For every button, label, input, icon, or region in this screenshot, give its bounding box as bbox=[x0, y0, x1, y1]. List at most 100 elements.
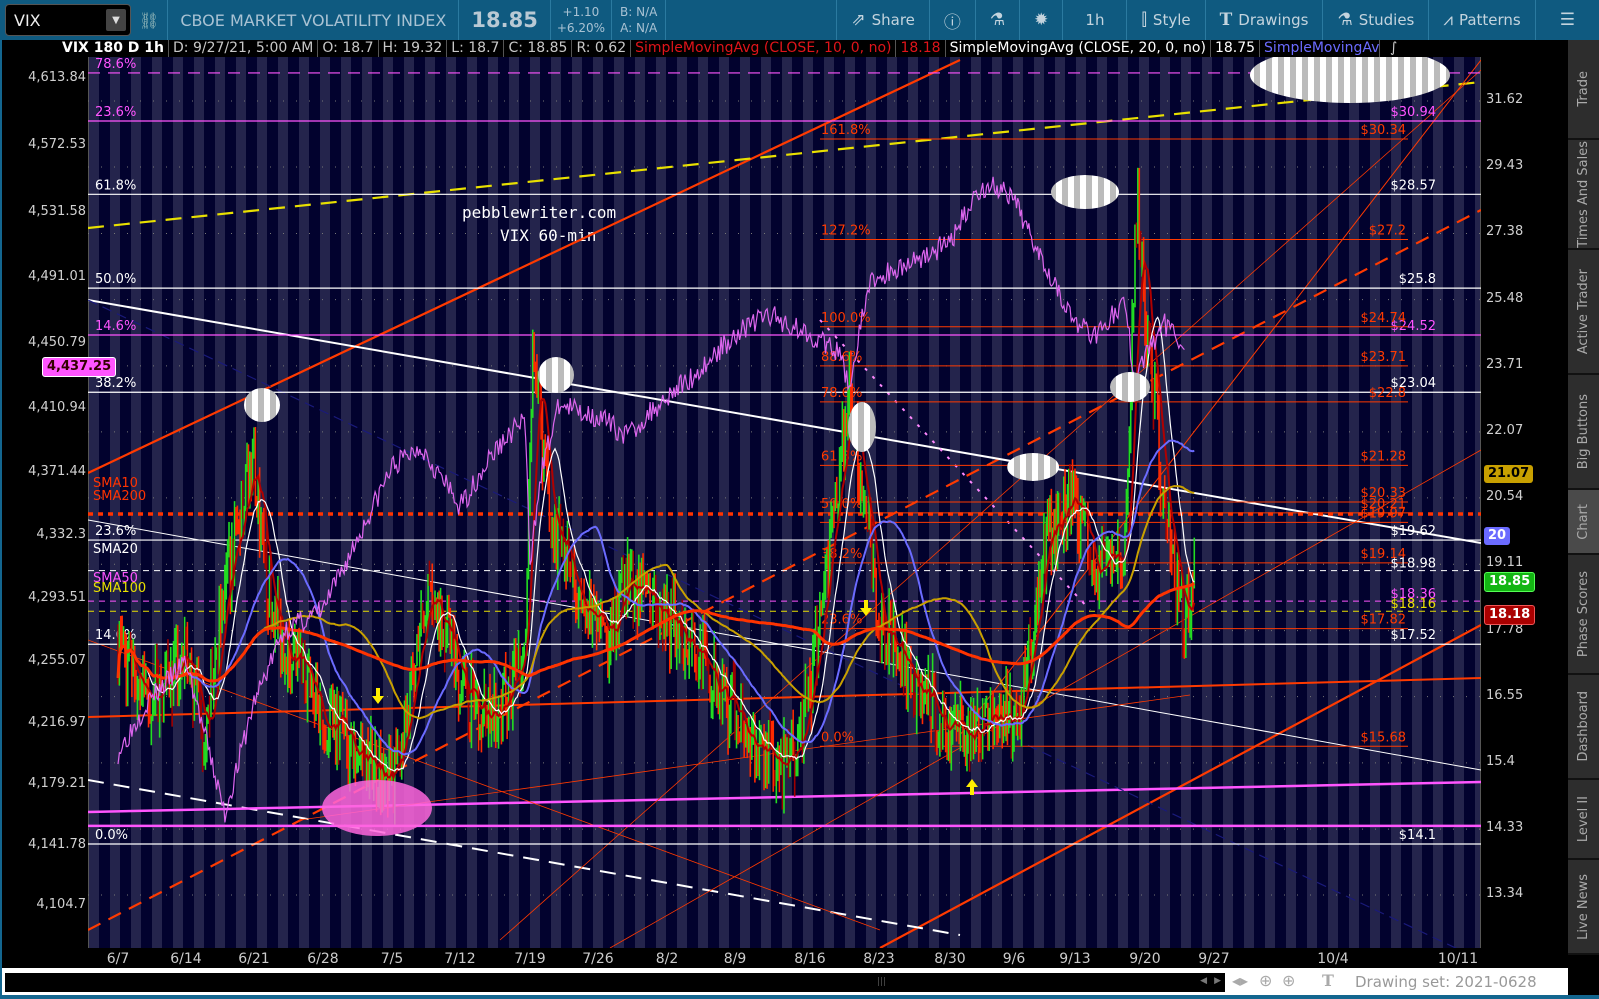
toolbar: VIX ▼ ⛓ CBOE MARKET VOLATILITY INDEX 18.… bbox=[0, 0, 1599, 40]
zoom-icon[interactable]: ⊕ bbox=[1282, 971, 1295, 990]
right-axis-tick: 27.38 bbox=[1486, 224, 1524, 240]
expand-icon[interactable]: ◂▸ bbox=[1232, 971, 1248, 990]
bid: B: N/A bbox=[620, 5, 658, 19]
left-axis-tick: 4,531.58 bbox=[28, 203, 86, 219]
date-axis-tick: 9/13 bbox=[1059, 951, 1091, 967]
scroll-right-icon[interactable]: ▶ bbox=[1214, 976, 1221, 986]
style-button[interactable]: ⫿ Style bbox=[1126, 0, 1204, 40]
right-axis-tick: 14.33 bbox=[1486, 820, 1524, 836]
right-axis-tick: 23.71 bbox=[1486, 356, 1524, 372]
right-axis-tick: 29.43 bbox=[1486, 158, 1524, 174]
left-axis-tick: 4,491.01 bbox=[28, 269, 86, 285]
sidebar-tab-big-buttons[interactable]: Big Buttons bbox=[1568, 375, 1599, 490]
patterns-label: Patterns bbox=[1458, 11, 1521, 29]
sidebar-tab-label: Phase Scores bbox=[1576, 570, 1591, 658]
study-sma10[interactable]: SimpleMovingAvg (CLOSE, 10, 0, no) bbox=[631, 40, 897, 57]
right-axis-tick: 22.07 bbox=[1486, 422, 1524, 438]
chart-info-strip: VIX 180 D 1h D: 9/27/21, 5:00 AM O: 18.7… bbox=[58, 40, 1402, 57]
left-axis-tick: 4,104.7 bbox=[36, 896, 86, 912]
date-axis-tick: 10/11 bbox=[1437, 951, 1479, 967]
crosshair-icon[interactable]: ⊕ bbox=[1259, 971, 1272, 990]
settings-button[interactable]: ✹ bbox=[1019, 0, 1062, 40]
right-axis-tick: 20.54 bbox=[1486, 488, 1524, 504]
sma10-badge: 18.18 bbox=[1484, 605, 1536, 626]
left-axis-tick: 4,450.79 bbox=[28, 334, 86, 350]
sidebar-tab-active-trader[interactable]: Active Trader bbox=[1568, 250, 1599, 375]
info-button[interactable]: ⓘ bbox=[928, 0, 975, 40]
menu-button[interactable]: ☰ bbox=[1534, 0, 1599, 40]
scroll-grip-icon[interactable]: ||| bbox=[877, 977, 886, 987]
date-axis-tick: 10/4 bbox=[1317, 951, 1349, 967]
date-axis-tick: 8/9 bbox=[723, 951, 747, 967]
share-icon: ⇗ bbox=[851, 10, 866, 30]
share-button[interactable]: ⇗ Share bbox=[836, 0, 929, 40]
percent-change: +6.20% bbox=[556, 21, 605, 35]
symbol-input[interactable]: VIX ▼ bbox=[5, 4, 131, 36]
bar-close: C: 18.85 bbox=[504, 40, 573, 57]
sidebar-tab-live-news[interactable]: Live News bbox=[1568, 860, 1599, 955]
study-sma20-value: 18.75 bbox=[1210, 40, 1261, 57]
study-sma10-value: 18.18 bbox=[896, 40, 946, 57]
sidebar-tab-trade[interactable]: Trade bbox=[1568, 40, 1599, 140]
text-t-icon[interactable]: T bbox=[1322, 971, 1334, 990]
flask-icon: ⚗ bbox=[1337, 10, 1353, 30]
patterns-button[interactable]: ⩘ Patterns bbox=[1428, 0, 1534, 40]
style-label: Style bbox=[1152, 11, 1191, 29]
studies-button[interactable]: ⚗ Studies bbox=[1322, 0, 1428, 40]
studies-label: Studies bbox=[1358, 11, 1415, 29]
left-axis-tick: 4,332.3 bbox=[36, 527, 86, 543]
chevron-down-icon[interactable]: ▼ bbox=[106, 9, 126, 31]
sidebar-tab-phase-scores[interactable]: Phase Scores bbox=[1568, 555, 1599, 675]
scroll-left-icon[interactable]: ◀ bbox=[1200, 976, 1207, 986]
date-axis-tick: 7/19 bbox=[514, 951, 546, 967]
date-axis-tick: 7/26 bbox=[582, 951, 614, 967]
menu-icon: ☰ bbox=[1559, 10, 1575, 30]
sidebar-tab-label: Trade bbox=[1576, 71, 1591, 107]
bar-low: L: 18.7 bbox=[447, 40, 505, 57]
study-sma20[interactable]: SimpleMovingAvg (CLOSE, 20, 0, no) bbox=[945, 40, 1211, 57]
date-axis-tick: 7/12 bbox=[444, 951, 476, 967]
link-icon[interactable]: ⛓ bbox=[131, 0, 169, 40]
sidebar-tab-level-ii[interactable]: Level II bbox=[1568, 780, 1599, 860]
chart-plot-area[interactable] bbox=[88, 57, 1481, 948]
symbol-value: VIX bbox=[14, 10, 41, 30]
study-sma50[interactable]: SimpleMovingAvg ... bbox=[1260, 40, 1381, 57]
chart-title: VIX 180 D 1h bbox=[58, 40, 170, 57]
sidebar: Trade Times And Sales Active Trader Big But… bbox=[1568, 40, 1599, 955]
date-axis-tick: 9/6 bbox=[1002, 951, 1026, 967]
drawings-label: Drawings bbox=[1238, 11, 1309, 29]
date-axis-tick: 8/16 bbox=[794, 951, 826, 967]
right-axis-tick: 15.4 bbox=[1486, 753, 1515, 769]
left-axis-tick: 4,371.44 bbox=[28, 463, 86, 479]
sidebar-tab-label: Level II bbox=[1576, 795, 1591, 843]
net-change: +1.10 bbox=[562, 5, 600, 19]
spx-price-badge: 4,437.25 bbox=[42, 356, 117, 377]
sidebar-tab-dashboard[interactable]: Dashboard bbox=[1568, 675, 1599, 780]
flask-button[interactable]: ⚗ bbox=[974, 0, 1019, 40]
right-axis-tick: 16.55 bbox=[1486, 687, 1524, 703]
sidebar-tab-label: Active Trader bbox=[1576, 268, 1591, 355]
window-border bbox=[0, 995, 1599, 999]
horizontal-scrollbar[interactable]: ||| ◀ ▶ bbox=[5, 973, 1225, 992]
text-t-icon: T bbox=[1219, 10, 1233, 30]
bar-range: R: 0.62 bbox=[572, 40, 632, 57]
sidebar-tab-times-and-sales[interactable]: Times And Sales bbox=[1568, 140, 1599, 250]
sidebar-tab-chart[interactable]: Chart bbox=[1568, 490, 1599, 555]
window-border bbox=[0, 0, 2, 999]
bar-open: O: 18.7 bbox=[318, 40, 379, 57]
timeframe-label: 1h bbox=[1085, 11, 1105, 29]
drawing-set[interactable]: Drawing set: 2021-0628 bbox=[1355, 973, 1537, 991]
timeframe-button[interactable]: 1h bbox=[1062, 0, 1126, 40]
study-curve-icon[interactable]: ∫ bbox=[1380, 40, 1402, 57]
sidebar-tab-label: Big Buttons bbox=[1576, 393, 1591, 470]
share-label: Share bbox=[871, 11, 915, 29]
watermark-site: pebblewriter.com bbox=[462, 203, 617, 222]
date-axis-tick: 7/5 bbox=[380, 951, 404, 967]
flask-icon: ⚗ bbox=[989, 10, 1006, 30]
symbol-description: CBOE MARKET VOLATILITY INDEX bbox=[168, 0, 460, 40]
bar-high: H: 19.32 bbox=[378, 40, 448, 57]
drawings-button[interactable]: T Drawings bbox=[1204, 0, 1323, 40]
right-axis-tick: 19.11 bbox=[1486, 555, 1524, 571]
sidebar-tab-label: Live News bbox=[1576, 873, 1591, 940]
right-axis-tick: 25.48 bbox=[1486, 290, 1524, 306]
